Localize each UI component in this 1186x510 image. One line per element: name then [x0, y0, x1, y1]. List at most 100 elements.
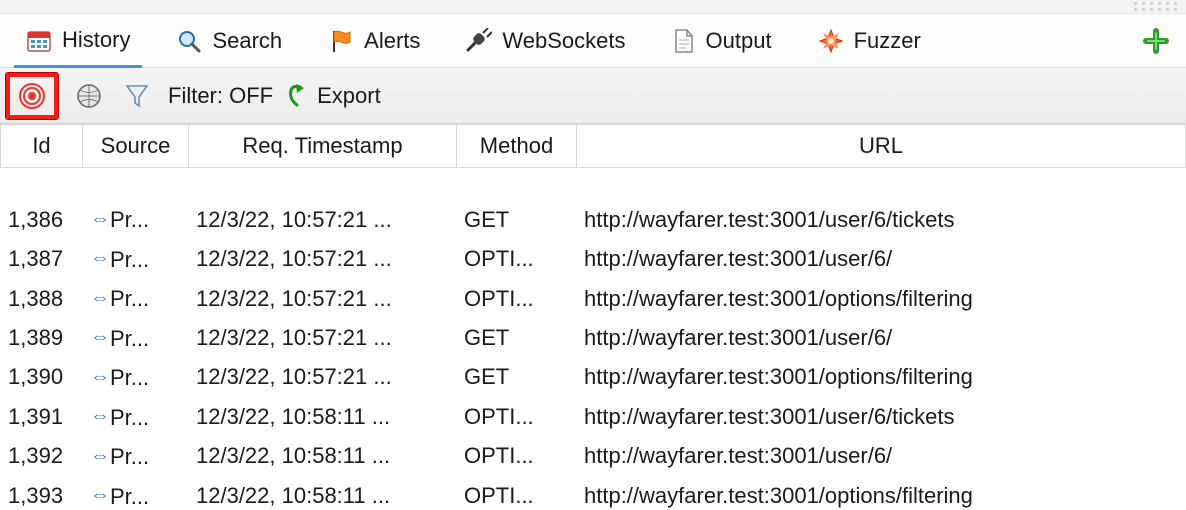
cell-url: http://wayfarer.test:3001/options/filter… — [576, 476, 1186, 508]
cell-method: GET — [456, 358, 576, 397]
cell-id: 1,392 — [0, 437, 82, 476]
cell-timestamp: 12/3/22, 10:57:21 ... — [188, 200, 456, 239]
globe-link-icon — [76, 83, 102, 109]
cell-id: 1,386 — [0, 200, 82, 239]
scope-button[interactable] — [6, 73, 58, 119]
cell-timestamp: 12/3/22, 10:57:21 ... — [188, 358, 456, 397]
window-top-strip — [0, 0, 1186, 14]
table-row[interactable]: 1,393⇔Pr...12/3/22, 10:58:11 ...OPTI...h… — [0, 476, 1186, 508]
cell-source: ⇔Pr... — [82, 318, 188, 357]
tab-websockets[interactable]: WebSockets — [454, 14, 637, 67]
cell-timestamp: 12/3/22, 10:58:11 ... — [188, 476, 456, 508]
burst-icon — [818, 28, 844, 54]
filter-button[interactable] — [120, 79, 154, 113]
cell-source: ⇔Pr... — [82, 358, 188, 397]
proxy-arrows-icon: ⇔ — [90, 323, 106, 352]
target-icon — [18, 82, 46, 110]
cell-source-label: Pr... — [110, 323, 149, 355]
tab-alerts-label: Alerts — [364, 28, 420, 54]
cell-timestamp: 12/3/22, 10:58:11 ... — [188, 437, 456, 476]
cell-id: 1,388 — [0, 279, 82, 318]
col-header-source[interactable]: Source — [83, 125, 189, 168]
cell-id: 1,389 — [0, 318, 82, 357]
history-table-body: 1,386⇔Pr...12/3/22, 10:57:21 ...GEThttp:… — [0, 168, 1186, 508]
cell-method: OPTI... — [456, 279, 576, 318]
cell-id: 1,387 — [0, 239, 82, 278]
proxy-arrows-icon: ⇔ — [90, 402, 106, 431]
cell-source-label: Pr... — [110, 481, 149, 508]
tab-fuzzer-label: Fuzzer — [854, 28, 921, 54]
tab-search-label: Search — [212, 28, 282, 54]
table-row[interactable]: 1,388⇔Pr...12/3/22, 10:57:21 ...OPTI...h… — [0, 279, 1186, 318]
cell-source-label: Pr... — [110, 402, 149, 434]
cell-id: 1,391 — [0, 397, 82, 436]
cell-timestamp: 12/3/22, 10:57:21 ... — [188, 279, 456, 318]
tab-output-label: Output — [706, 28, 772, 54]
cell-source: ⇔Pr... — [82, 476, 188, 508]
cell-method: GET — [456, 318, 576, 357]
cell-source: ⇔Pr... — [82, 279, 188, 318]
export-label: Export — [317, 83, 381, 109]
cell-source: ⇔Pr... — [82, 200, 188, 239]
drag-grip-icon[interactable] — [1134, 2, 1180, 12]
bottom-panel-tabbar: History Search Alerts WebSockets Output — [0, 14, 1186, 68]
document-icon — [672, 28, 696, 54]
col-header-url[interactable]: URL — [577, 125, 1186, 168]
cell-source: ⇔Pr... — [82, 239, 188, 278]
funnel-icon — [125, 83, 149, 109]
cell-url: http://wayfarer.test:3001/options/filter… — [576, 279, 1186, 318]
cell-method: OPTI... — [456, 437, 576, 476]
col-header-timestamp[interactable]: Req. Timestamp — [189, 125, 457, 168]
table-row[interactable]: 1,391⇔Pr...12/3/22, 10:58:11 ...OPTI...h… — [0, 397, 1186, 436]
tab-alerts[interactable]: Alerts — [316, 14, 432, 67]
cell-source: ⇔Pr... — [82, 437, 188, 476]
history-table-body-scroll[interactable]: 1,386⇔Pr...12/3/22, 10:57:21 ...GEThttp:… — [0, 168, 1186, 508]
proxy-arrows-icon: ⇔ — [90, 363, 106, 392]
tab-websockets-label: WebSockets — [502, 28, 625, 54]
history-table-header: Id Source Req. Timestamp Method URL — [1, 125, 1186, 168]
tab-history[interactable]: History — [14, 15, 142, 68]
proxy-arrows-icon: ⇔ — [90, 442, 106, 471]
export-arrow-icon — [287, 83, 309, 109]
table-row[interactable]: 1,390⇔Pr...12/3/22, 10:57:21 ...GEThttp:… — [0, 358, 1186, 397]
plug-icon — [466, 28, 492, 54]
table-row[interactable]: 1,389⇔Pr...12/3/22, 10:57:21 ...GEThttp:… — [0, 318, 1186, 357]
cell-url: http://wayfarer.test:3001/user/6/ — [576, 239, 1186, 278]
plus-icon — [1142, 27, 1170, 55]
table-row[interactable] — [0, 168, 1186, 200]
cell-url: http://wayfarer.test:3001/user/6/ — [576, 318, 1186, 357]
link-with-sites-button[interactable] — [72, 79, 106, 113]
calendar-icon — [26, 27, 52, 53]
cell-method: OPTI... — [456, 476, 576, 508]
export-button[interactable]: Export — [287, 79, 381, 113]
history-table: Id Source Req. Timestamp Method URL — [0, 124, 1186, 168]
search-icon — [176, 28, 202, 54]
proxy-arrows-icon: ⇔ — [90, 481, 106, 508]
cell-timestamp: 12/3/22, 10:57:21 ... — [188, 239, 456, 278]
tab-fuzzer[interactable]: Fuzzer — [806, 14, 933, 67]
filter-status-label: Filter: OFF — [168, 83, 273, 109]
cell-url: http://wayfarer.test:3001/options/filter… — [576, 358, 1186, 397]
add-tab-button[interactable] — [1142, 27, 1170, 55]
col-header-method[interactable]: Method — [457, 125, 577, 168]
cell-timestamp: 12/3/22, 10:58:11 ... — [188, 397, 456, 436]
table-row[interactable]: 1,386⇔Pr...12/3/22, 10:57:21 ...GEThttp:… — [0, 200, 1186, 239]
table-row[interactable]: 1,392⇔Pr...12/3/22, 10:58:11 ...OPTI...h… — [0, 437, 1186, 476]
tab-search[interactable]: Search — [164, 14, 294, 67]
cell-source-label: Pr... — [110, 204, 149, 236]
col-header-id[interactable]: Id — [1, 125, 83, 168]
cell-source-label: Pr... — [110, 244, 149, 276]
cell-url: http://wayfarer.test:3001/user/6/ — [576, 437, 1186, 476]
tab-history-label: History — [62, 27, 130, 53]
cell-method: OPTI... — [456, 239, 576, 278]
history-toolbar: Filter: OFF Export — [0, 68, 1186, 124]
proxy-arrows-icon: ⇔ — [90, 205, 106, 234]
cell-timestamp: 12/3/22, 10:57:21 ... — [188, 318, 456, 357]
cell-source-label: Pr... — [110, 362, 149, 394]
flag-icon — [328, 28, 354, 54]
proxy-arrows-icon: ⇔ — [90, 244, 106, 273]
proxy-arrows-icon: ⇔ — [90, 284, 106, 313]
tab-output[interactable]: Output — [660, 14, 784, 67]
table-row[interactable]: 1,387⇔Pr...12/3/22, 10:57:21 ...OPTI...h… — [0, 239, 1186, 278]
cell-method: GET — [456, 200, 576, 239]
